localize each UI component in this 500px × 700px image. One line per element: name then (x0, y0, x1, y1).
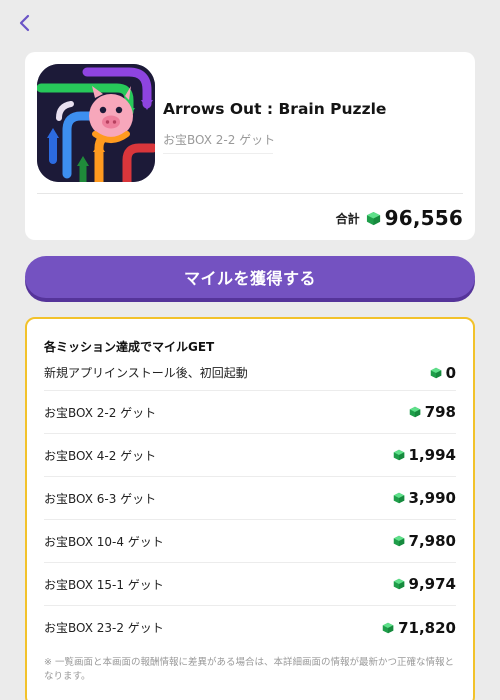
subtitle-underline (163, 153, 273, 154)
mission-row: 新規アプリインストール後、初回起動 0 (44, 355, 456, 391)
mission-reward: 0 (430, 364, 456, 382)
mission-list: 新規アプリインストール後、初回起動 0 お宝BOX 2-2 ゲット 798 お宝… (44, 355, 456, 649)
earn-miles-button[interactable]: マイルを獲得する (25, 256, 475, 298)
mission-reward: 7,980 (393, 532, 456, 550)
mission-label: お宝BOX 10-4 ゲット (44, 534, 164, 549)
green-gem-icon (393, 578, 404, 590)
mission-row: お宝BOX 2-2 ゲット 798 (44, 391, 456, 434)
mission-label: お宝BOX 6-3 ゲット (44, 491, 157, 506)
mission-row: お宝BOX 23-2 ゲット 71,820 (44, 606, 456, 649)
back-button[interactable] (14, 12, 36, 34)
app-card: Arrows Out : Brain Puzzle お宝BOX 2-2 ゲット … (25, 52, 475, 240)
mission-row: お宝BOX 6-3 ゲット 3,990 (44, 477, 456, 520)
green-gem-icon (409, 406, 420, 418)
mission-label: お宝BOX 15-1 ゲット (44, 577, 164, 592)
mission-value: 798 (424, 403, 456, 421)
mission-row: お宝BOX 10-4 ゲット 7,980 (44, 520, 456, 563)
mission-row: お宝BOX 15-1 ゲット 9,974 (44, 563, 456, 606)
green-gem-icon (393, 449, 404, 461)
green-gem-icon (393, 492, 404, 504)
mission-label: お宝BOX 4-2 ゲット (44, 448, 157, 463)
mission-label: 新規アプリインストール後、初回起動 (44, 366, 248, 380)
card-divider (37, 193, 463, 194)
missions-card: 各ミッション達成でマイルGET 新規アプリインストール後、初回起動 0 お宝BO… (25, 317, 475, 700)
arrows-out-app-icon (37, 64, 155, 182)
mission-value: 71,820 (398, 618, 456, 637)
green-gem-icon (393, 535, 404, 547)
mission-label: お宝BOX 23-2 ゲット (44, 621, 164, 635)
mission-value: 0 (445, 363, 456, 382)
mission-label: お宝BOX 2-2 ゲット (44, 405, 157, 420)
green-gem-icon (430, 367, 441, 378)
mission-reward: 71,820 (382, 619, 456, 637)
mission-value: 3,990 (408, 489, 456, 507)
disclaimer-note: ※ 一覧画面と本画面の報酬情報に差異がある場合は、本詳細画面の情報が最新かつ正確… (44, 657, 454, 682)
mission-reward: 1,994 (393, 446, 456, 464)
mission-value: 9,974 (408, 575, 456, 593)
missions-title: 各ミッション達成でマイルGET (44, 340, 215, 354)
total-value: 96,556 (384, 206, 463, 230)
green-gem-icon (366, 211, 380, 225)
mission-reward: 798 (409, 403, 456, 421)
mission-row: お宝BOX 4-2 ゲット 1,994 (44, 434, 456, 477)
chevron-left-icon (19, 14, 30, 32)
mission-value: 1,994 (408, 446, 456, 464)
mission-reward: 3,990 (393, 489, 456, 507)
app-subtitle: お宝BOX 2-2 ゲット (163, 133, 276, 147)
total-label: 合計 (335, 211, 360, 226)
green-gem-icon (382, 622, 394, 633)
mission-value: 7,980 (408, 532, 456, 550)
total-row: 合計 96,556 (336, 204, 463, 232)
mission-reward: 9,974 (393, 575, 456, 593)
app-name: Arrows Out : Brain Puzzle (163, 100, 387, 118)
